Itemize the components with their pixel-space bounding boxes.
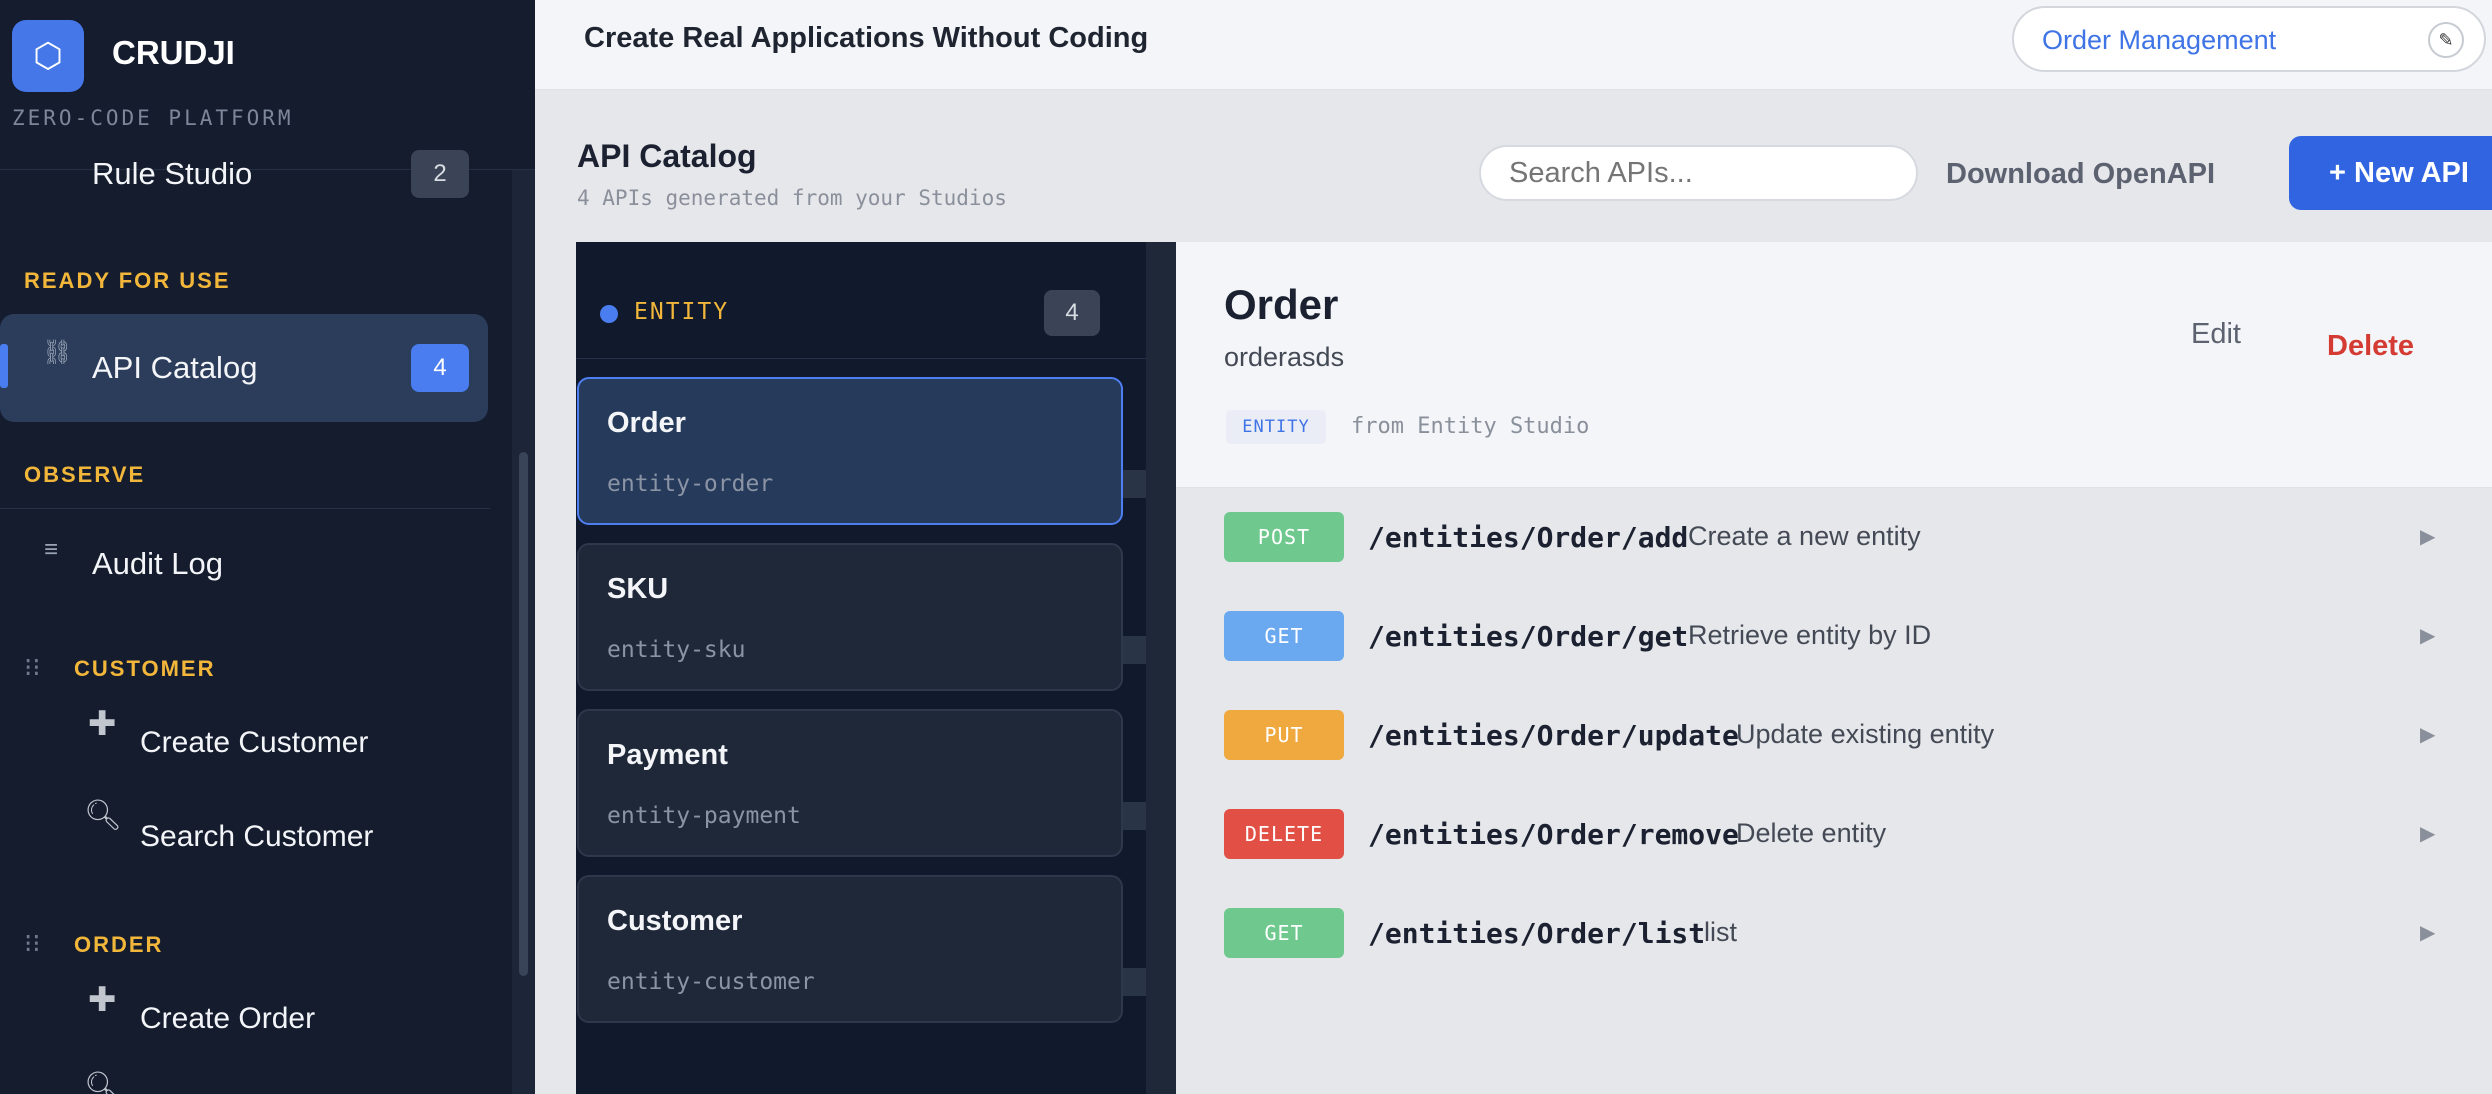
- section-observe: OBSERVE: [24, 462, 146, 487]
- api-list-scrollbar[interactable]: [1146, 242, 1176, 1094]
- api-card-slug: entity-customer: [607, 969, 815, 995]
- endpoint-row[interactable]: PUT /entities/Order/update Update existi…: [1224, 710, 2454, 760]
- hexagon-icon[interactable]: ⬡: [12, 20, 84, 92]
- api-card-order[interactable]: Order entity-order: [577, 377, 1123, 525]
- brand-subtitle: ZERO-CODE PLATFORM: [12, 106, 294, 130]
- download-openapi-button[interactable]: Download OpenAPI: [1946, 148, 2215, 200]
- method-badge: PUT: [1224, 710, 1344, 760]
- api-detail-title: Order: [1224, 281, 1339, 328]
- plus-icon: ✚: [88, 705, 117, 743]
- api-card-name: Order: [607, 407, 686, 439]
- api-card-slug: entity-payment: [607, 803, 801, 829]
- entity-badge: ENTITY: [1226, 410, 1326, 444]
- drag-handle-icon[interactable]: ⁝⁝: [24, 652, 41, 683]
- brand-header: ⬡ CRUDJI ZERO-CODE PLATFORM: [0, 0, 535, 170]
- group-dot-icon: [600, 305, 618, 323]
- method-badge: GET: [1224, 908, 1344, 958]
- api-origin: from Entity Studio: [1351, 414, 1590, 439]
- pencil-icon[interactable]: ✎: [2428, 22, 2464, 58]
- sidebar-item-search-customer[interactable]: Search Customer: [140, 820, 373, 854]
- search-input[interactable]: [1479, 145, 1918, 201]
- card-connector: [1123, 470, 1146, 498]
- divider: [576, 358, 1146, 359]
- group-customer[interactable]: CUSTOMER: [74, 656, 216, 682]
- list-icon: ≡: [44, 536, 59, 563]
- endpoint-description: Create a new entity: [1688, 521, 1921, 551]
- api-card-name: SKU: [607, 573, 669, 605]
- plus-icon: ✚: [88, 981, 117, 1019]
- api-card-slug: entity-sku: [607, 637, 746, 663]
- sidebar-scrollbar-thumb[interactable]: [519, 452, 528, 976]
- app-selector[interactable]: Order Management ✎: [2012, 6, 2486, 72]
- link-icon: ⛓: [42, 339, 73, 366]
- endpoint-description: list: [1704, 917, 1737, 947]
- endpoint-path: /entities/Order/list: [1368, 917, 1706, 950]
- method-badge: DELETE: [1224, 809, 1344, 859]
- delete-button[interactable]: Delete: [2327, 330, 2414, 363]
- endpoint-description: Update existing entity: [1736, 719, 1995, 749]
- page-subtitle: 4 APIs generated from your Studios: [577, 186, 1007, 210]
- endpoint-path: /entities/Order/update: [1368, 719, 1739, 752]
- api-card-name: Payment: [607, 739, 728, 771]
- magnifier-icon: 🔍︎: [84, 799, 123, 832]
- endpoint-path: /entities/Order/add: [1368, 521, 1689, 554]
- method-badge: POST: [1224, 512, 1344, 562]
- endpoint-row[interactable]: DELETE /entities/Order/remove Delete ent…: [1224, 809, 2454, 859]
- endpoint-path: /entities/Order/get: [1368, 620, 1689, 653]
- expand-arrow-icon[interactable]: ▶: [2420, 821, 2435, 846]
- api-card-payment[interactable]: Payment entity-payment: [577, 709, 1123, 857]
- tagline: Create Real Applications Without Coding: [584, 22, 1149, 54]
- api-card-customer[interactable]: Customer entity-customer: [577, 875, 1123, 1023]
- card-connector: [1123, 802, 1146, 830]
- card-connector: [1123, 968, 1146, 996]
- expand-arrow-icon[interactable]: ▶: [2420, 524, 2435, 549]
- api-group-count: 4: [1044, 290, 1100, 336]
- api-card-name: Customer: [607, 905, 743, 937]
- api-catalog-count: 4: [411, 344, 469, 392]
- group-order[interactable]: ORDER: [74, 932, 163, 958]
- page-title: API Catalog: [577, 138, 757, 174]
- new-api-button[interactable]: + New API: [2289, 136, 2492, 210]
- expand-arrow-icon[interactable]: ▶: [2420, 722, 2435, 747]
- endpoint-row[interactable]: GET /entities/Order/list list ▶: [1224, 908, 2454, 958]
- card-connector: [1123, 636, 1146, 664]
- section-ready-for-use: READY FOR USE: [24, 268, 231, 293]
- expand-arrow-icon[interactable]: ▶: [2420, 920, 2435, 945]
- divider: [0, 508, 490, 509]
- endpoint-description: Delete entity: [1736, 818, 1887, 848]
- drag-handle-icon[interactable]: ⁝⁝: [24, 928, 41, 959]
- endpoint-description: Retrieve entity by ID: [1688, 620, 1932, 650]
- api-detail-header: [1176, 242, 2492, 487]
- sidebar-item-create-order[interactable]: Create Order: [140, 1002, 315, 1036]
- expand-arrow-icon[interactable]: ▶: [2420, 623, 2435, 648]
- divider: [1176, 487, 2492, 488]
- method-badge: GET: [1224, 611, 1344, 661]
- endpoint-path: /entities/Order/remove: [1368, 818, 1739, 851]
- top-bar: Create Real Applications Without Coding …: [535, 0, 2492, 90]
- api-detail-subtitle: orderasds: [1224, 342, 1345, 372]
- sidebar-item-audit-log[interactable]: Audit Log: [92, 546, 223, 582]
- brand-name: CRUDJI: [112, 34, 235, 71]
- magnifier-icon: 🔍︎: [84, 1071, 123, 1094]
- endpoint-row[interactable]: POST /entities/Order/add Create a new en…: [1224, 512, 2454, 562]
- sidebar-item-label: API Catalog: [92, 350, 258, 385]
- sidebar-item-create-customer[interactable]: Create Customer: [140, 726, 368, 760]
- sidebar-item-rule-studio[interactable]: Rule Studio: [92, 156, 252, 192]
- app-selector-label: Order Management: [2042, 25, 2277, 55]
- rule-studio-count: 2: [411, 150, 469, 198]
- endpoint-row[interactable]: GET /entities/Order/get Retrieve entity …: [1224, 611, 2454, 661]
- sidebar: ⬡ CRUDJI ZERO-CODE PLATFORM Rule Studio …: [0, 0, 535, 1094]
- active-indicator: [0, 344, 8, 388]
- api-card-slug: entity-order: [607, 471, 774, 497]
- api-card-sku[interactable]: SKU entity-sku: [577, 543, 1123, 691]
- api-group-label: ENTITY: [634, 299, 730, 325]
- edit-button[interactable]: Edit: [2191, 318, 2241, 351]
